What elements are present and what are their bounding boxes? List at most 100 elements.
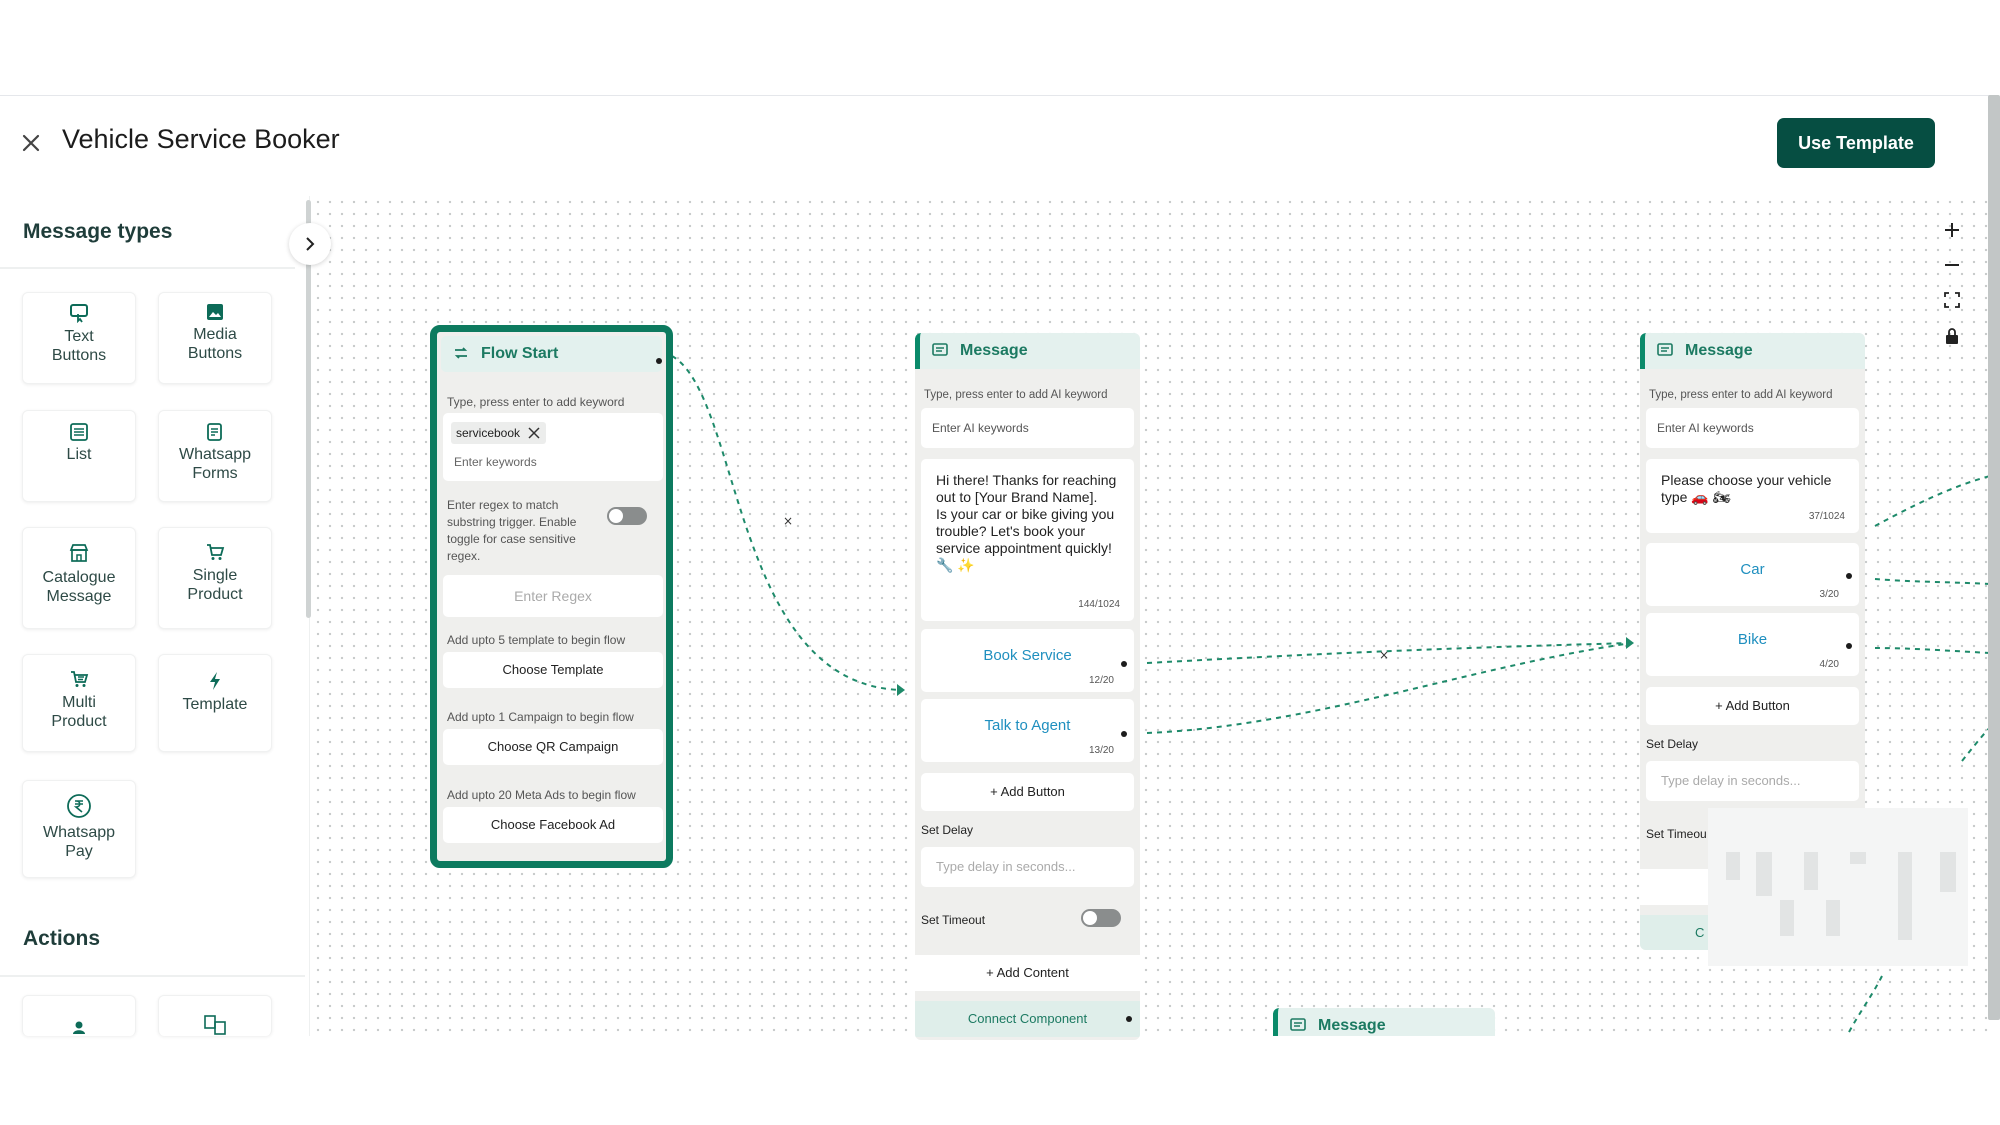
add-content-button[interactable]: + Add Content (915, 955, 1140, 991)
transfer-icon (204, 1015, 226, 1035)
tile-whatsapp-forms[interactable]: Whatsapp Forms (158, 410, 272, 502)
tile-list[interactable]: List (22, 410, 136, 502)
regex-hint: Enter regex to match substring trigger. … (447, 498, 577, 563)
tile-media-buttons[interactable]: Media Buttons (158, 292, 272, 384)
tile-action-1[interactable] (22, 995, 136, 1036)
output-handle[interactable] (1126, 1016, 1132, 1022)
tile-action-2[interactable] (158, 995, 272, 1036)
ai-keywords-input[interactable]: Enter AI keywords (1646, 408, 1859, 448)
edge-out (1846, 975, 1883, 1036)
node-title: Message (1685, 342, 1753, 359)
image-icon (207, 304, 223, 320)
case-sensitive-toggle[interactable] (607, 507, 647, 525)
talk-to-agent-button[interactable]: Talk to Agent 13/20 (921, 699, 1134, 762)
keyword-placeholder: Enter keywords (454, 455, 537, 469)
collapse-sidebar-button[interactable] (289, 223, 331, 265)
node-title: Message (960, 342, 1028, 359)
keyword-hint: Type, press enter to add AI keyword (924, 389, 1108, 401)
keyword-hint: Type, press enter to add AI keyword (1649, 389, 1833, 401)
add-button[interactable]: + Add Button (1646, 687, 1859, 725)
book-service-button[interactable]: Book Service 12/20 (921, 629, 1134, 692)
set-timeout-label: Set Timeou (1646, 827, 1707, 841)
char-count: 144/1024 (1078, 599, 1120, 610)
tile-template[interactable]: Template (158, 654, 272, 752)
zoom-out-icon[interactable] (1938, 251, 1966, 279)
arrow-head (1626, 637, 1634, 649)
message-header[interactable]: Message (1273, 1008, 1495, 1036)
connect-component-button[interactable]: Connect Component (915, 1001, 1140, 1037)
output-handle[interactable] (656, 358, 662, 364)
keyword-input[interactable]: servicebook Enter keywords (443, 413, 663, 481)
connect-component-label: C (1695, 925, 1705, 940)
tile-catalogue-message[interactable]: Catalogue Message (22, 527, 136, 629)
lock-icon[interactable] (1938, 322, 1966, 350)
message-node[interactable]: Message (1273, 1008, 1495, 1036)
message-icon (1657, 343, 1673, 356)
tile-text-buttons[interactable]: Text Buttons (22, 292, 136, 384)
page-scrollbar[interactable] (1988, 95, 2000, 1020)
message-body[interactable]: Please choose your vehicle type 🚗 🏍 37/10… (1646, 459, 1859, 533)
tile-label: Text Buttons (51, 328, 107, 364)
campaign-hint: Add upto 1 Campaign to begin flow (447, 710, 634, 724)
edge-out (1874, 647, 1990, 654)
bike-button[interactable]: Bike 4/20 (1646, 613, 1859, 676)
edge-book-service-to-message (1146, 642, 1633, 664)
edge-delete-icon[interactable]: × (783, 514, 793, 528)
output-handle[interactable] (1846, 573, 1852, 579)
message-header[interactable]: Message (915, 333, 1140, 369)
flow-start-header[interactable]: Flow Start (441, 336, 662, 372)
add-button[interactable]: + Add Button (921, 773, 1134, 811)
edge-out (1961, 725, 1990, 762)
tile-label: Whatsapp Pay (42, 824, 116, 860)
delay-input[interactable]: Type delay in seconds... (921, 847, 1134, 887)
choose-qr-campaign-button[interactable]: Choose QR Campaign (443, 729, 663, 765)
delay-input[interactable]: Type delay in seconds... (1646, 761, 1859, 801)
use-template-button[interactable]: Use Template (1777, 118, 1935, 168)
message-icon (1290, 1018, 1306, 1031)
chevron-right-icon (306, 237, 315, 251)
choose-facebook-ad-button[interactable]: Choose Facebook Ad (443, 807, 663, 843)
edge-delete-icon[interactable]: × (1379, 648, 1389, 662)
tile-label: Single Product (187, 567, 243, 603)
close-icon[interactable] (16, 128, 46, 158)
message-node[interactable]: Message Type, press enter to add AI keyw… (915, 333, 1140, 1040)
ai-keywords-input[interactable]: Enter AI keywords (921, 408, 1134, 448)
tile-whatsapp-pay[interactable]: Whatsapp Pay (22, 780, 136, 878)
output-handle[interactable] (1121, 661, 1127, 667)
app-root: Vehicle Service Booker Use Template Mess… (0, 0, 2000, 1125)
rupee-icon (67, 794, 91, 818)
tile-multi-product[interactable]: Multi Product (22, 654, 136, 752)
choose-template-button[interactable]: Choose Template (443, 652, 663, 688)
car-button[interactable]: Car 3/20 (1646, 543, 1859, 606)
message-body[interactable]: Hi there! Thanks for reaching out to [Yo… (921, 459, 1134, 621)
output-handle[interactable] (1846, 643, 1852, 649)
button-char-count: 4/20 (1819, 659, 1839, 670)
regex-input[interactable]: Enter Regex (443, 575, 663, 617)
arrow-head (897, 684, 905, 696)
set-timeout-label: Set Timeout (921, 913, 986, 927)
output-handle[interactable] (1121, 731, 1127, 737)
loading-placeholder (1708, 808, 1968, 966)
button-char-count: 12/20 (1088, 675, 1114, 686)
message-body-text: Hi there! Thanks for reaching out to [Yo… (936, 472, 1117, 573)
actions-heading: Actions (23, 927, 101, 950)
message-body-text: Please choose your vehicle type 🚗 🏍 (1661, 472, 1832, 505)
flow-start-node[interactable]: Flow Start Type, press enter to add keyw… (430, 325, 673, 868)
cart-icon (207, 544, 225, 560)
tile-label: Catalogue Message (42, 569, 116, 605)
message-header[interactable]: Message (1640, 333, 1865, 369)
tile-label: Media Buttons (187, 326, 243, 362)
button-char-count: 13/20 (1088, 745, 1114, 756)
remove-chip-icon[interactable] (528, 427, 540, 439)
zoom-in-icon[interactable] (1938, 216, 1966, 244)
tile-single-product[interactable]: Single Product (158, 527, 272, 629)
char-count: 37/1024 (1808, 511, 1845, 522)
keyword-hint: Type, press enter to add keyword (447, 395, 625, 409)
template-hint: Add upto 5 template to begin flow (447, 633, 626, 647)
header-bar: Vehicle Service Booker Use Template (0, 95, 1990, 195)
timeout-toggle[interactable] (1081, 909, 1121, 927)
user-icon (73, 1021, 85, 1034)
fit-view-icon[interactable] (1938, 286, 1966, 314)
keyword-chip: servicebook (451, 422, 547, 444)
connect-component-label: Connect Component (967, 1011, 1088, 1026)
